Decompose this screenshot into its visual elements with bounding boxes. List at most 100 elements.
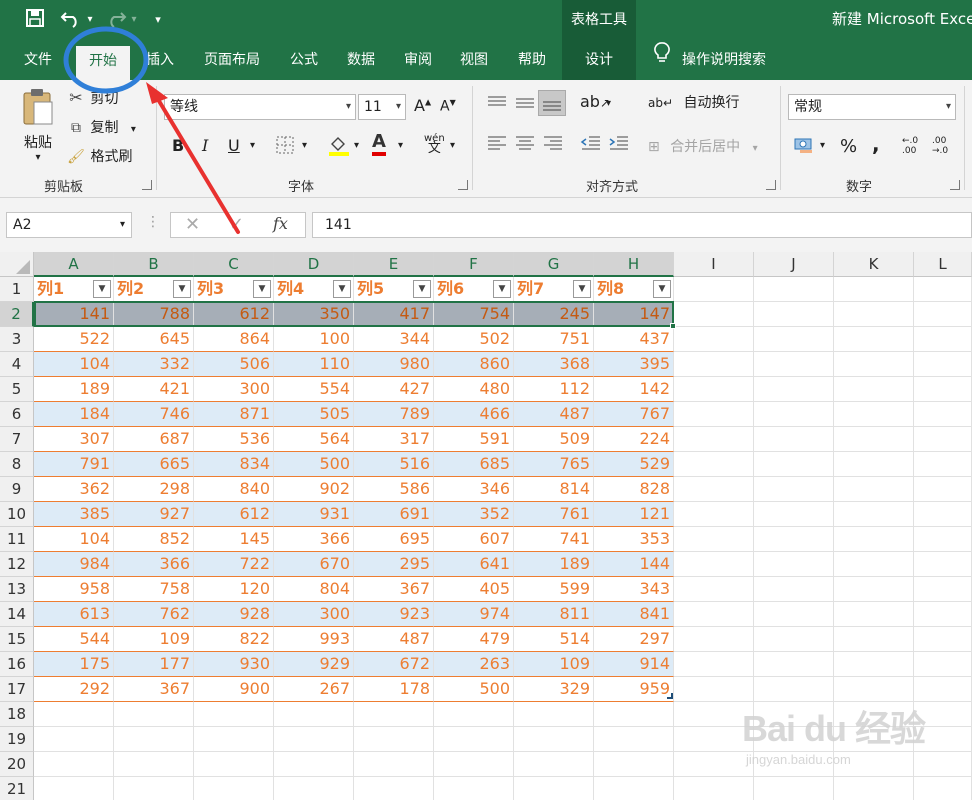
filter-dropdown-icon[interactable]: ▼	[333, 280, 351, 298]
cell[interactable]	[834, 502, 914, 527]
cell[interactable]: 958	[34, 577, 114, 602]
cell[interactable]: 514	[514, 627, 594, 652]
row-header-4[interactable]: 4	[0, 352, 34, 377]
cell[interactable]	[674, 427, 754, 452]
row-header-13[interactable]: 13	[0, 577, 34, 602]
cell[interactable]: 516	[354, 452, 434, 477]
cell[interactable]	[434, 777, 514, 800]
cell[interactable]: 980	[354, 352, 434, 377]
cell[interactable]: 761	[514, 502, 594, 527]
cell[interactable]	[34, 702, 114, 727]
cell[interactable]	[834, 402, 914, 427]
cell[interactable]: 670	[274, 552, 354, 577]
cell[interactable]: 175	[34, 652, 114, 677]
cell[interactable]: 317	[354, 427, 434, 452]
cell[interactable]	[194, 727, 274, 752]
cell[interactable]: 100	[274, 327, 354, 352]
cell[interactable]: 479	[434, 627, 514, 652]
cell[interactable]: 767	[594, 402, 674, 427]
cell[interactable]	[674, 652, 754, 677]
row-header-17[interactable]: 17	[0, 677, 34, 702]
cell[interactable]: 599	[514, 577, 594, 602]
filter-dropdown-icon[interactable]: ▼	[653, 280, 671, 298]
cell[interactable]	[834, 552, 914, 577]
cell[interactable]	[914, 377, 972, 402]
cell[interactable]: 930	[194, 652, 274, 677]
cell[interactable]	[194, 702, 274, 727]
cell[interactable]: 811	[514, 602, 594, 627]
cell[interactable]	[674, 577, 754, 602]
cell[interactable]	[674, 302, 754, 327]
merge-center-button[interactable]: ⊞ 合并后居中 ▾	[648, 136, 758, 156]
cell[interactable]: 814	[514, 477, 594, 502]
cell[interactable]	[274, 727, 354, 752]
cell[interactable]: 841	[594, 602, 674, 627]
cell[interactable]: 612	[194, 302, 274, 327]
tell-me-search[interactable]: 操作说明搜索	[654, 40, 766, 80]
cell[interactable]	[914, 777, 972, 800]
redo-dropdown-icon[interactable]: ▾	[128, 8, 140, 32]
filter-dropdown-icon[interactable]: ▼	[413, 280, 431, 298]
cell[interactable]: 500	[274, 452, 354, 477]
format-painter-button[interactable]: 🖌 格式刷	[66, 146, 132, 166]
cell[interactable]: 466	[434, 402, 514, 427]
accounting-dropdown-icon[interactable]: ▾	[820, 140, 825, 151]
cell[interactable]	[674, 627, 754, 652]
column-header-l[interactable]: L	[914, 252, 972, 277]
decrease-decimal-button[interactable]: .00 →.0	[932, 136, 958, 156]
filter-dropdown-icon[interactable]: ▼	[173, 280, 191, 298]
cell[interactable]	[754, 377, 834, 402]
cell[interactable]: 292	[34, 677, 114, 702]
cell[interactable]: 480	[434, 377, 514, 402]
cell[interactable]: 612	[194, 502, 274, 527]
cell[interactable]: 487	[514, 402, 594, 427]
cell[interactable]: 300	[274, 602, 354, 627]
customize-quick-access-icon[interactable]: ▾	[150, 8, 166, 32]
cell[interactable]: 591	[434, 427, 514, 452]
cell[interactable]	[354, 752, 434, 777]
paste-button[interactable]: 粘贴 ▾	[18, 88, 58, 168]
cell[interactable]	[754, 577, 834, 602]
cell[interactable]: 984	[34, 552, 114, 577]
filter-dropdown-icon[interactable]: ▼	[93, 280, 111, 298]
filter-dropdown-icon[interactable]: ▼	[253, 280, 271, 298]
cell[interactable]: 417	[354, 302, 434, 327]
cell[interactable]	[754, 527, 834, 552]
cell[interactable]	[834, 602, 914, 627]
cell[interactable]: 974	[434, 602, 514, 627]
cell[interactable]: 529	[594, 452, 674, 477]
cell[interactable]	[754, 652, 834, 677]
tab-design[interactable]: 设计	[562, 40, 636, 80]
cell[interactable]: 822	[194, 627, 274, 652]
cell[interactable]: 112	[514, 377, 594, 402]
column-header-d[interactable]: D	[274, 252, 354, 277]
cell[interactable]	[834, 352, 914, 377]
cell[interactable]	[674, 777, 754, 800]
row-header-14[interactable]: 14	[0, 602, 34, 627]
cell[interactable]: 860	[434, 352, 514, 377]
cell[interactable]: 564	[274, 427, 354, 452]
font-launcher-icon[interactable]	[458, 180, 468, 190]
column-header-h[interactable]: H	[594, 252, 674, 277]
cell[interactable]: 267	[274, 677, 354, 702]
table-header-cell[interactable]: 列7 ▼	[514, 277, 594, 302]
increase-font-size-icon[interactable]: A▲	[414, 96, 431, 115]
tab-page-layout[interactable]: 页面布局	[196, 40, 268, 80]
cell[interactable]: 350	[274, 302, 354, 327]
column-header-b[interactable]: B	[114, 252, 194, 277]
align-bottom-icon[interactable]	[538, 90, 566, 116]
cell[interactable]: 645	[114, 327, 194, 352]
cell[interactable]: 505	[274, 402, 354, 427]
cell[interactable]	[914, 327, 972, 352]
cell[interactable]: 189	[514, 552, 594, 577]
cell[interactable]: 554	[274, 377, 354, 402]
tab-home[interactable]: 开始	[76, 46, 130, 80]
align-center-icon[interactable]	[514, 134, 536, 156]
align-left-icon[interactable]	[486, 134, 508, 156]
cell[interactable]	[754, 352, 834, 377]
cell[interactable]: 145	[194, 527, 274, 552]
cut-button[interactable]: ✂ 剪切	[66, 88, 118, 108]
cell[interactable]: 672	[354, 652, 434, 677]
cell[interactable]	[834, 652, 914, 677]
cell[interactable]: 929	[274, 652, 354, 677]
